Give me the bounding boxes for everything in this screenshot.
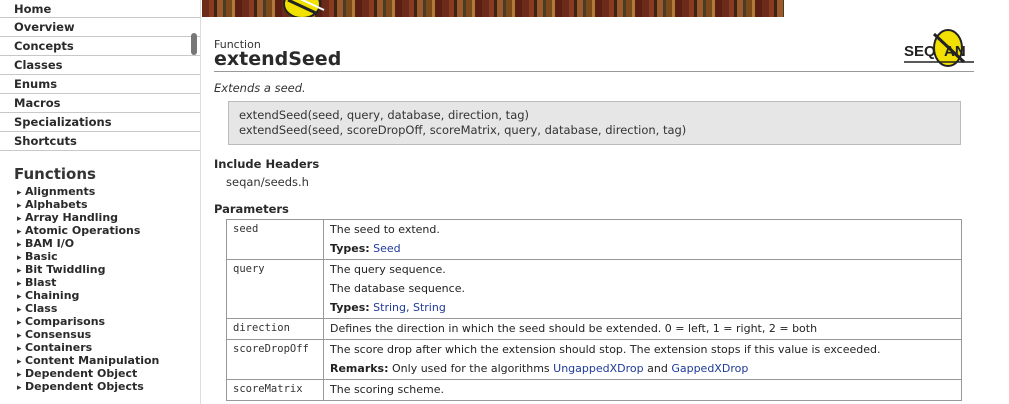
- logo-text-seq: SEQ: [904, 43, 936, 60]
- nav-concepts[interactable]: Concepts: [0, 37, 200, 56]
- function-group-item[interactable]: Array Handling: [17, 211, 200, 224]
- function-group-item[interactable]: Basic: [17, 250, 200, 263]
- parameters-table: seed The seed to extend. Types: Seed que…: [226, 219, 962, 401]
- remarks-and: and: [647, 362, 668, 375]
- brief-description: Extends a seed.: [214, 81, 306, 95]
- include-headers-heading: Include Headers: [214, 157, 320, 171]
- nav-classes[interactable]: Classes: [0, 56, 200, 75]
- nav-home[interactable]: Home: [0, 0, 200, 18]
- type-separator: ,: [405, 301, 413, 314]
- param-name: seed: [226, 219, 324, 260]
- param-description: The score drop after which the extension…: [323, 339, 962, 380]
- nav-overview[interactable]: Overview: [0, 18, 200, 37]
- function-group-item[interactable]: Bit Twiddling: [17, 263, 200, 276]
- param-types: Types: Seed: [330, 242, 955, 256]
- nav-macros[interactable]: Macros: [0, 94, 200, 113]
- type-link-string[interactable]: String: [413, 301, 446, 314]
- nav-shortcuts[interactable]: Shortcuts: [0, 132, 200, 151]
- types-label: Types:: [330, 301, 370, 314]
- param-types: Types: String, String: [330, 301, 955, 315]
- function-group-item[interactable]: Alphabets: [17, 198, 200, 211]
- param-desc-text: The query sequence.: [330, 263, 446, 276]
- param-desc-text: Defines the direction in which the seed …: [330, 322, 818, 335]
- main-content: Function extendSeed SEQ AN Extends a see…: [214, 0, 984, 404]
- signature-line: extendSeed(seed, scoreDropOff, scoreMatr…: [239, 123, 687, 137]
- function-group-item[interactable]: Chaining: [17, 289, 200, 302]
- function-group-list: Alignments Alphabets Array Handling Atom…: [0, 185, 200, 393]
- title-divider: [214, 71, 974, 72]
- param-name: direction: [226, 318, 324, 340]
- function-group-item[interactable]: Consensus: [17, 328, 200, 341]
- sidebar: Home Overview Concepts Classes Enums Mac…: [0, 0, 201, 404]
- function-group-item[interactable]: Dependent Objects: [17, 380, 200, 393]
- page-title: extendSeed: [214, 48, 342, 70]
- remarks-label: Remarks:: [330, 362, 389, 375]
- function-group-item[interactable]: Atomic Operations: [17, 224, 200, 237]
- param-description: Defines the direction in which the seed …: [323, 318, 962, 340]
- function-group-item[interactable]: Class: [17, 302, 200, 315]
- param-description: The query sequence. The database sequenc…: [323, 259, 962, 319]
- parameters-heading: Parameters: [214, 202, 289, 216]
- param-desc-text: The scoring scheme.: [330, 383, 444, 396]
- function-group-item[interactable]: Dependent Object: [17, 367, 200, 380]
- function-group-item[interactable]: Comparisons: [17, 315, 200, 328]
- signature-box: extendSeed(seed, query, database, direct…: [228, 101, 961, 145]
- param-remarks: Remarks: Only used for the algorithms Un…: [330, 362, 955, 376]
- function-group-item[interactable]: Alignments: [17, 185, 200, 198]
- function-group-item[interactable]: Containers: [17, 341, 200, 354]
- param-desc-text: The score drop after which the extension…: [330, 343, 881, 356]
- sidebar-scrollbar[interactable]: [191, 33, 197, 55]
- table-row: scoreMatrix The scoring scheme.: [226, 379, 962, 401]
- param-name: scoreDropOff: [226, 339, 324, 380]
- remarks-text: Only used for the algorithms: [392, 362, 550, 375]
- nav-specializations[interactable]: Specializations: [0, 113, 200, 132]
- function-group-item[interactable]: Content Manipulation: [17, 354, 200, 367]
- table-row: direction Defines the direction in which…: [226, 318, 962, 340]
- link-gapped-xdrop[interactable]: GappedXDrop: [671, 362, 748, 375]
- signature-line: extendSeed(seed, query, database, direct…: [239, 108, 530, 122]
- function-group-item[interactable]: BAM I/O: [17, 237, 200, 250]
- type-link-string[interactable]: String: [373, 301, 406, 314]
- param-desc-text: The database sequence.: [330, 282, 465, 295]
- param-desc-text: The seed to extend.: [330, 223, 440, 236]
- function-group-item[interactable]: Blast: [17, 276, 200, 289]
- link-ungapped-xdrop[interactable]: UngappedXDrop: [553, 362, 643, 375]
- nav-enums[interactable]: Enums: [0, 75, 200, 94]
- table-row: query The query sequence. The database s…: [226, 259, 962, 319]
- include-file: seqan/seeds.h: [226, 175, 309, 189]
- table-row: scoreDropOff The score drop after which …: [226, 339, 962, 380]
- seqan-logo-icon[interactable]: SEQ AN: [902, 26, 976, 70]
- logo-text-an: AN: [944, 43, 966, 60]
- type-link-seed[interactable]: Seed: [373, 242, 401, 255]
- functions-heading: Functions: [14, 165, 96, 183]
- types-label: Types:: [330, 242, 370, 255]
- param-description: The seed to extend. Types: Seed: [323, 219, 962, 260]
- table-row: seed The seed to extend. Types: Seed: [226, 219, 962, 260]
- param-name: query: [226, 259, 324, 319]
- param-name: scoreMatrix: [226, 379, 324, 401]
- param-description: The scoring scheme.: [323, 379, 962, 401]
